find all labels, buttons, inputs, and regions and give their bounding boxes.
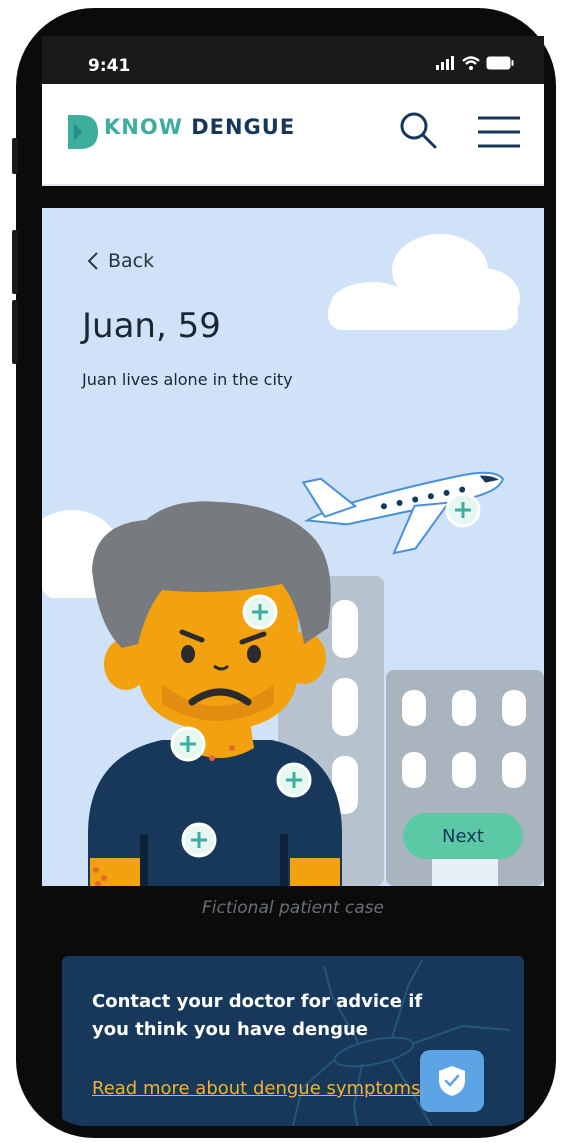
shield-check-icon (439, 1066, 465, 1096)
back-link[interactable]: Back (88, 250, 154, 272)
hamburger-menu-icon[interactable] (476, 115, 522, 149)
status-bar: 9:41 (42, 36, 544, 84)
symptoms-link[interactable]: Read more about dengue symptoms (92, 1078, 420, 1099)
mute-switch (12, 138, 18, 174)
patient-title: Juan, 59 (82, 306, 221, 346)
search-icon[interactable] (398, 110, 438, 150)
logo-mark-icon (68, 115, 98, 149)
airplane (301, 471, 504, 555)
signal-icon (436, 56, 454, 70)
cta-message: Contact your doctor for advice if you th… (92, 991, 423, 1040)
logo-word-dengue: DENGUE (191, 115, 296, 139)
next-button[interactable]: Next (403, 813, 523, 859)
patient-subtitle: Juan lives alone in the city (82, 370, 293, 389)
patient-hero: Back Juan, 59 Juan lives alone in the ci… (42, 208, 544, 886)
back-label: Back (108, 250, 155, 272)
site-header: KNOW DENGUE (42, 84, 544, 186)
hotspot-plane[interactable] (445, 492, 481, 528)
logo-word-know: KNOW (104, 115, 183, 139)
case-caption: Fictional patient case (202, 898, 384, 918)
shield-button[interactable] (420, 1050, 484, 1112)
volume-up-button (12, 230, 18, 294)
hotspot-shoulder[interactable] (276, 762, 312, 798)
cloud-right (328, 234, 520, 330)
battery-icon (486, 56, 514, 70)
volume-down-button (12, 300, 18, 364)
logo-wordmark[interactable]: KNOW DENGUE (104, 115, 295, 139)
hotspot-head[interactable] (242, 594, 278, 630)
wifi-icon (462, 56, 480, 70)
screen: 9:41 KNOW DENGUE Back Juan, 59 Juan live… (42, 36, 544, 1126)
hotspot-chest[interactable] (181, 822, 217, 858)
chevron-left-icon (88, 252, 98, 270)
next-label: Next (442, 825, 484, 847)
status-time: 9:41 (88, 56, 131, 76)
hotspot-neck[interactable] (170, 726, 206, 762)
